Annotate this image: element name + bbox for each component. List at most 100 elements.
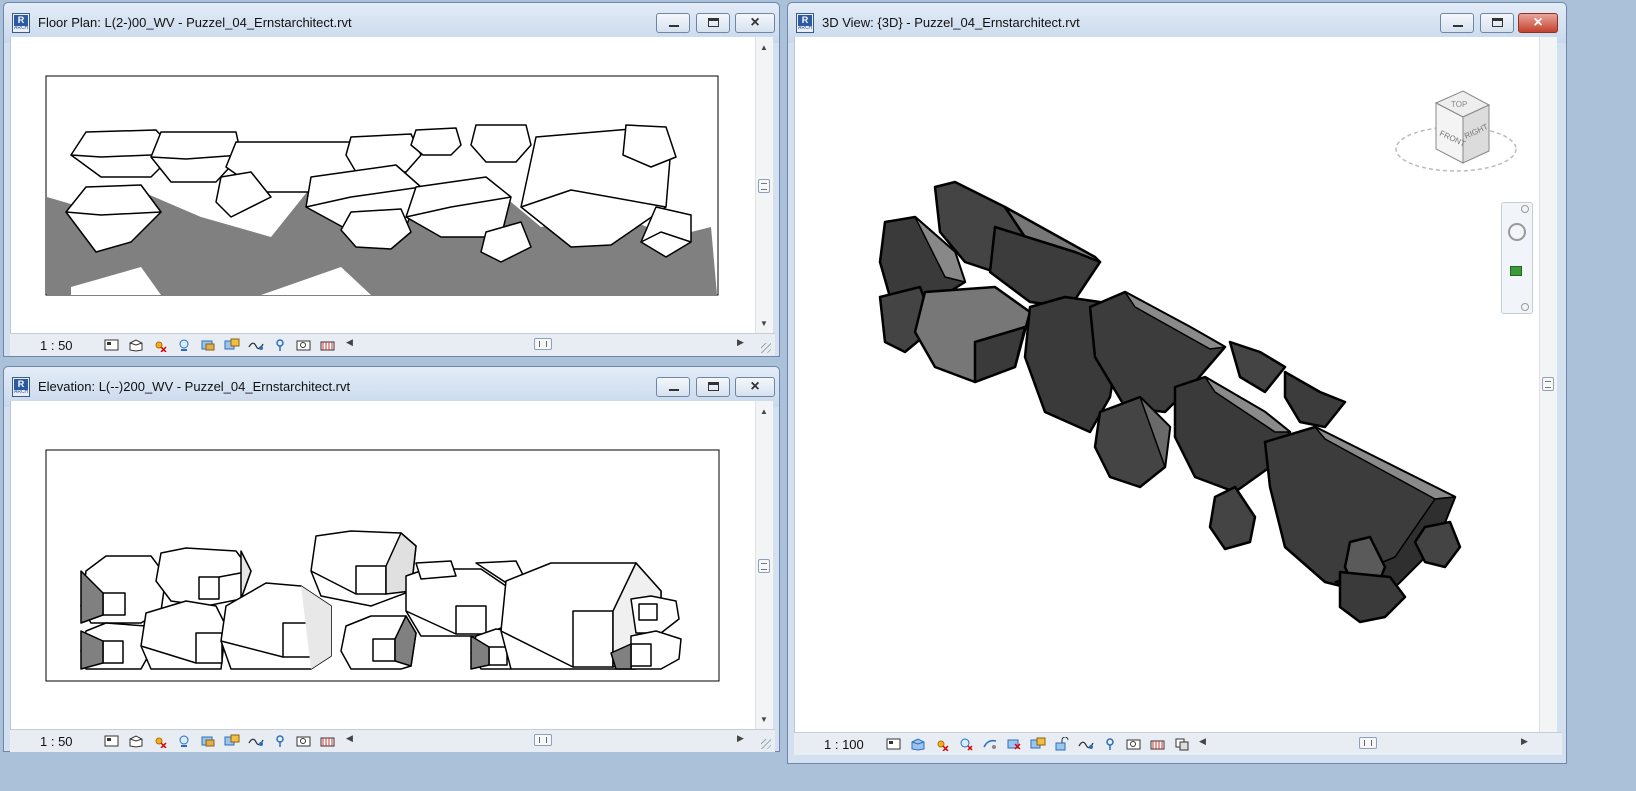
floor-plan-view-control-bar: 1 : 50 ◀ ▶	[10, 333, 775, 356]
revit-app-icon[interactable]: R ARCH	[12, 13, 30, 33]
restore-icon	[708, 382, 719, 391]
elevation-window[interactable]: R ARCH Elevation: L(--)200_WV - Puzzel_04…	[3, 366, 780, 752]
sun-path-icon[interactable]	[932, 735, 952, 753]
analytical-model-icon[interactable]	[1148, 735, 1168, 753]
minimize-button[interactable]	[656, 377, 690, 397]
temporary-view-properties-icon[interactable]	[1124, 735, 1144, 753]
minimize-icon	[669, 389, 679, 391]
close-icon: ×	[750, 14, 760, 31]
scroll-left-icon[interactable]: ◀	[346, 337, 353, 348]
scroll-right-icon[interactable]: ▶	[737, 337, 744, 348]
show-crop-region-icon[interactable]	[222, 336, 242, 354]
view-scale[interactable]: 1 : 50	[40, 338, 73, 353]
resize-grip[interactable]	[761, 739, 771, 749]
show-crop-region-icon[interactable]	[222, 732, 242, 750]
revit-app-icon[interactable]: R ARCH	[796, 13, 814, 33]
close-button[interactable]: ×	[735, 13, 775, 33]
restore-icon	[708, 18, 719, 27]
rendering-dialog-icon[interactable]	[980, 735, 1000, 753]
elevation-horizontal-scrollbar[interactable]: ◀ ▶	[346, 733, 751, 748]
restore-button[interactable]	[696, 377, 730, 397]
scroll-down-icon[interactable]: ▼	[760, 319, 768, 328]
close-icon: ×	[1533, 14, 1543, 31]
elevation-view-control-bar: 1 : 50 ◀ ▶	[10, 729, 775, 752]
scroll-down-icon[interactable]: ▼	[760, 715, 768, 724]
navigation-bar-menu-icon[interactable]	[1521, 303, 1529, 311]
scroll-thumb[interactable]	[534, 338, 552, 350]
temporary-hide-icon[interactable]	[246, 336, 266, 354]
visual-style-icon[interactable]	[126, 732, 146, 750]
elevation-drawing	[45, 449, 720, 682]
minimize-icon	[669, 25, 679, 27]
minimize-icon	[1453, 25, 1463, 27]
temporary-view-properties-icon[interactable]	[294, 732, 314, 750]
window-title: Elevation: L(--)200_WV - Puzzel_04_Ernst…	[38, 379, 351, 394]
scroll-left-icon[interactable]: ◀	[1199, 736, 1206, 747]
sun-path-icon[interactable]	[150, 336, 170, 354]
highlight-displacement-icon[interactable]	[1172, 735, 1192, 753]
detail-level-icon[interactable]	[884, 735, 904, 753]
floor-plan-horizontal-scrollbar[interactable]: ◀ ▶	[346, 337, 751, 352]
analytical-model-icon[interactable]	[318, 336, 338, 354]
viewcube-top-label[interactable]: TOP	[1451, 100, 1467, 109]
scroll-right-icon[interactable]: ▶	[1521, 736, 1528, 747]
view-scale[interactable]: 1 : 50	[40, 734, 73, 749]
scroll-up-icon[interactable]: ▲	[760, 43, 768, 52]
close-icon: ×	[750, 378, 760, 395]
show-crop-region-icon[interactable]	[1028, 735, 1048, 753]
view-scale[interactable]: 1 : 100	[824, 737, 864, 752]
close-button[interactable]: ×	[735, 377, 775, 397]
3d-view-horizontal-scrollbar[interactable]: ◀ ▶	[1199, 736, 1534, 751]
minimize-button[interactable]	[656, 13, 690, 33]
scroll-thumb[interactable]	[534, 734, 552, 746]
visual-style-icon[interactable]	[126, 336, 146, 354]
window-title: 3D View: {3D} - Puzzel_04_Ernstarchitect…	[822, 15, 1080, 30]
shadows-icon[interactable]	[956, 735, 976, 753]
scroll-up-icon[interactable]: ▲	[760, 407, 768, 416]
restore-icon	[1492, 18, 1503, 27]
scroll-right-icon[interactable]: ▶	[737, 733, 744, 744]
scroll-thumb[interactable]	[758, 179, 770, 193]
shadows-icon[interactable]	[174, 336, 194, 354]
reveal-hidden-icon[interactable]	[1100, 735, 1120, 753]
visual-style-icon[interactable]	[908, 735, 928, 753]
restore-button[interactable]	[696, 13, 730, 33]
detail-level-icon[interactable]	[102, 336, 122, 354]
revit-app-icon[interactable]: R ARCH	[12, 377, 30, 397]
sun-path-icon[interactable]	[150, 732, 170, 750]
restore-button[interactable]	[1480, 13, 1514, 33]
zoom-icon[interactable]	[1510, 266, 1522, 276]
floor-plan-vertical-scrollbar[interactable]: ▲ ▼	[755, 37, 773, 333]
temporary-view-properties-icon[interactable]	[294, 336, 314, 354]
3d-view-canvas[interactable]: TOP FRONT RIGHT	[794, 37, 1540, 732]
reveal-hidden-icon[interactable]	[270, 732, 290, 750]
navigation-bar	[1501, 202, 1533, 314]
resize-grip[interactable]	[761, 343, 771, 353]
analytical-model-icon[interactable]	[318, 732, 338, 750]
floor-plan-window[interactable]: R ARCH Floor Plan: L(2-)00_WV - Puzzel_04…	[3, 2, 780, 357]
elevation-vertical-scrollbar[interactable]: ▲ ▼	[755, 401, 773, 729]
close-button[interactable]: ×	[1518, 13, 1558, 33]
detail-level-icon[interactable]	[102, 732, 122, 750]
scroll-left-icon[interactable]: ◀	[346, 733, 353, 744]
elevation-canvas[interactable]	[10, 401, 756, 729]
reveal-hidden-icon[interactable]	[270, 336, 290, 354]
temporary-hide-icon[interactable]	[1076, 735, 1096, 753]
floor-plan-canvas[interactable]	[10, 37, 756, 333]
minimize-button[interactable]	[1440, 13, 1474, 33]
crop-view-icon[interactable]	[1004, 735, 1024, 753]
3d-view-window[interactable]: R ARCH 3D View: {3D} - Puzzel_04_Ernstarc…	[787, 2, 1567, 764]
scroll-thumb[interactable]	[758, 559, 770, 573]
3d-view-vertical-scrollbar[interactable]	[1539, 37, 1557, 732]
unlocked-3d-view-icon[interactable]	[1052, 735, 1072, 753]
scroll-thumb[interactable]	[1542, 377, 1554, 391]
temporary-hide-icon[interactable]	[246, 732, 266, 750]
scroll-thumb[interactable]	[1359, 737, 1377, 749]
steering-wheel-icon[interactable]	[1508, 223, 1526, 241]
viewcube[interactable]: TOP FRONT RIGHT	[1391, 83, 1521, 193]
navigation-bar-close-icon[interactable]	[1521, 205, 1529, 213]
shadows-icon[interactable]	[174, 732, 194, 750]
window-title: Floor Plan: L(2-)00_WV - Puzzel_04_Ernst…	[38, 15, 352, 30]
crop-view-icon[interactable]	[198, 732, 218, 750]
crop-view-icon[interactable]	[198, 336, 218, 354]
